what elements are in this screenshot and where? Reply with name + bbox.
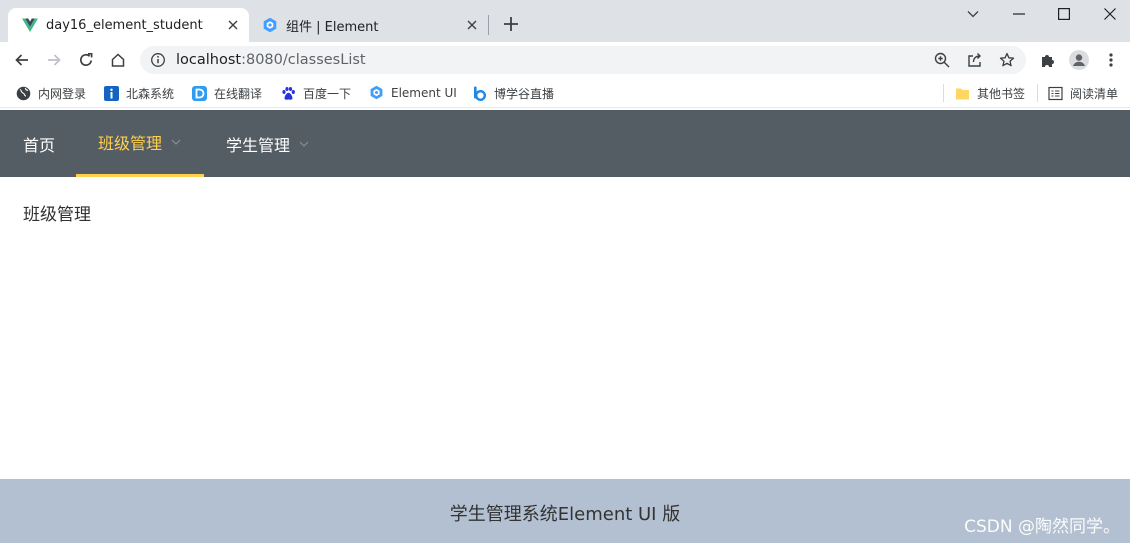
translate-d-icon xyxy=(192,86,207,101)
chevron-down-icon xyxy=(298,138,310,150)
tab-title: 组件 | Element xyxy=(286,19,379,35)
csdn-watermark: CSDN @陶然同学。 xyxy=(964,517,1120,537)
submenu-student-management[interactable]: 学生管理 xyxy=(226,110,310,177)
share-icon[interactable] xyxy=(965,50,985,70)
close-tab-icon[interactable] xyxy=(462,15,482,35)
menu-item-label: 首页 xyxy=(23,135,56,155)
minimize-icon[interactable] xyxy=(1007,4,1031,24)
new-tab-icon[interactable] xyxy=(500,13,522,35)
bookmark-beisen[interactable]: 北森系统 xyxy=(104,85,174,102)
bookmark-label: 在线翻译 xyxy=(214,87,263,101)
bookmark-label: Element UI xyxy=(391,85,457,100)
boxuegu-icon xyxy=(472,86,487,101)
tab-strip: day16_element_student 组件 | Element xyxy=(0,0,1130,42)
menu-item-label: 班级管理 xyxy=(98,134,163,153)
vue-logo-icon xyxy=(22,17,38,33)
tab-separator xyxy=(488,15,489,35)
reload-icon[interactable] xyxy=(74,48,98,72)
back-arrow-icon[interactable] xyxy=(10,48,34,72)
footer-text: 学生管理系统Element UI 版 xyxy=(449,504,681,525)
bookmark-label: 其他书签 xyxy=(977,87,1026,101)
folder-icon xyxy=(955,86,970,101)
bookmarks-bar: 内网登录 北森系统 在线翻译 百度一下 Element UI 博学谷直播 其他书… xyxy=(0,78,1130,108)
bookmark-boxuegu-live[interactable]: 博学谷直播 xyxy=(472,85,554,102)
element-logo-icon xyxy=(262,17,278,33)
bookmarks-separator xyxy=(943,84,944,102)
submenu-class-management[interactable]: 班级管理 xyxy=(76,110,204,177)
baidu-paw-icon xyxy=(281,86,296,101)
bookmark-star-icon[interactable] xyxy=(997,50,1017,70)
page-footer: 学生管理系统Element UI 版 CSDN @陶然同学。 xyxy=(0,479,1130,543)
bookmark-baidu[interactable]: 百度一下 xyxy=(281,85,351,102)
address-bar[interactable]: localhost:8080/classesList xyxy=(140,46,1026,74)
menu-item-home[interactable]: 首页 xyxy=(23,110,55,177)
bookmark-intranet-login[interactable]: 内网登录 xyxy=(16,85,86,102)
bookmark-label: 北森系统 xyxy=(126,87,175,101)
tab-search-chevron-icon[interactable] xyxy=(961,4,985,24)
chevron-down-icon xyxy=(170,136,182,148)
close-tab-icon[interactable] xyxy=(223,15,243,35)
element-logo-icon xyxy=(369,85,384,100)
bookmark-label: 内网登录 xyxy=(38,87,87,101)
menu-item-label: 学生管理 xyxy=(226,135,291,155)
top-nav-menu: 首页 班级管理 学生管理 xyxy=(0,110,1130,177)
bookmark-label: 博学谷直播 xyxy=(494,87,555,101)
tab-day16-element-student[interactable]: day16_element_student xyxy=(8,8,249,42)
url-host: localhost xyxy=(176,52,242,68)
globe-icon xyxy=(16,86,31,101)
url-path: :8080/classesList xyxy=(241,52,366,68)
forward-arrow-icon[interactable] xyxy=(42,48,66,72)
bookmark-label: 阅读清单 xyxy=(1070,87,1119,101)
reading-list-icon xyxy=(1048,86,1063,101)
zoom-icon[interactable] xyxy=(932,50,952,70)
more-menu-icon[interactable] xyxy=(1099,48,1123,72)
profile-avatar-icon[interactable] xyxy=(1067,48,1091,72)
page-title: 班级管理 xyxy=(23,205,91,225)
browser-toolbar: localhost:8080/classesList xyxy=(0,42,1130,78)
maximize-icon[interactable] xyxy=(1052,4,1076,24)
site-info-icon[interactable] xyxy=(150,52,166,68)
bookmarks-separator xyxy=(1037,84,1038,102)
bookmark-reading-list[interactable]: 阅读清单 xyxy=(1048,85,1118,102)
tab-title: day16_element_student xyxy=(46,17,203,33)
bookmark-other-bookmarks[interactable]: 其他书签 xyxy=(955,85,1025,102)
bookmark-online-translate[interactable]: 在线翻译 xyxy=(192,85,262,102)
address-url: localhost:8080/classesList xyxy=(176,52,366,68)
info-tile-icon xyxy=(104,86,119,101)
home-icon[interactable] xyxy=(106,48,130,72)
tab-element-components[interactable]: 组件 | Element xyxy=(250,8,488,42)
bookmark-element-ui[interactable]: Element UI xyxy=(369,85,457,100)
extensions-puzzle-icon[interactable] xyxy=(1036,48,1060,72)
bookmark-label: 百度一下 xyxy=(303,87,352,101)
close-window-icon[interactable] xyxy=(1098,4,1122,24)
